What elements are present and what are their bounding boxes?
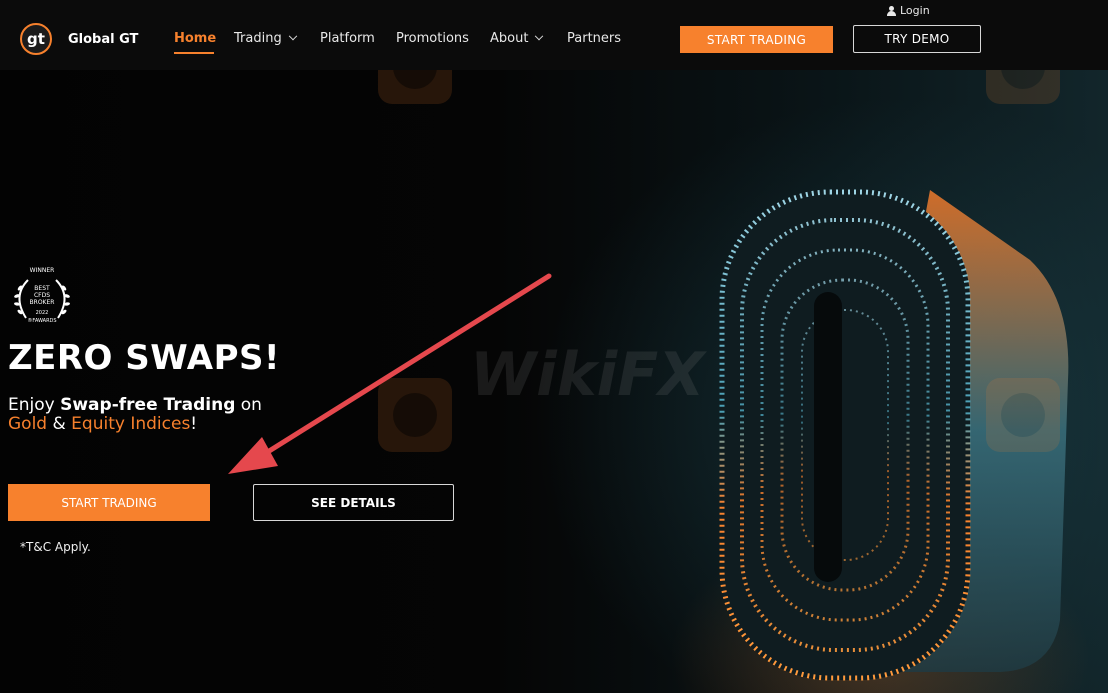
nav-label: Platform xyxy=(320,31,375,46)
nav-label: Promotions xyxy=(396,31,469,46)
watermark-text: WikiFX xyxy=(470,340,705,410)
award-badge: WINNER BEST CFDS BROKER 2022 ®FAWARDS xyxy=(8,266,76,326)
award-line: BEST xyxy=(34,285,50,292)
nav-item-partners[interactable]: Partners xyxy=(567,31,621,46)
gold-highlight: Gold xyxy=(8,414,48,434)
nav-item-trading[interactable]: Trading xyxy=(234,31,297,46)
nav-label: About xyxy=(490,31,529,46)
watermark-logo-icon xyxy=(376,376,454,458)
award-line: CFDS xyxy=(33,292,51,299)
nav-start-trading-button[interactable]: START TRADING xyxy=(680,26,833,53)
sub-text: on xyxy=(235,395,262,415)
brand-name: Global GT xyxy=(68,31,139,47)
active-nav-indicator xyxy=(174,52,214,54)
hero-subline-2: Gold & Equity Indices! xyxy=(8,414,197,434)
hero-headline: ZERO SWAPS! xyxy=(8,338,280,378)
try-demo-button[interactable]: TRY DEMO xyxy=(853,25,981,53)
top-navbar: gt Global GT Home Trading Platform Promo… xyxy=(0,0,1108,70)
nav-label: Partners xyxy=(567,31,622,46)
sub-bold-text: Swap-free Trading xyxy=(60,395,236,415)
sub-text: ! xyxy=(190,414,198,434)
see-details-button[interactable]: SEE DETAILS xyxy=(253,484,454,521)
nav-item-home[interactable]: Home xyxy=(174,31,216,46)
chevron-down-icon xyxy=(288,31,297,40)
hero-start-trading-button[interactable]: START TRADING xyxy=(8,484,210,521)
sub-text: Enjoy xyxy=(8,395,61,415)
user-icon xyxy=(887,5,896,16)
nav-label: Trading xyxy=(234,31,282,46)
sub-text: & xyxy=(47,414,72,434)
login-link[interactable]: Login xyxy=(887,4,930,17)
chevron-down-icon xyxy=(535,31,544,40)
watermark-logo-icon xyxy=(984,376,1062,458)
logo-mark: gt xyxy=(20,23,52,55)
hero-subline-1: Enjoy Swap-free Trading on xyxy=(8,395,262,415)
nav-item-promotions[interactable]: Promotions xyxy=(396,31,469,46)
award-source: ®FAWARDS xyxy=(27,318,57,324)
award-title: WINNER xyxy=(29,267,55,274)
nav-item-about[interactable]: About xyxy=(490,31,544,46)
nav-item-platform[interactable]: Platform xyxy=(320,31,375,46)
login-label: Login xyxy=(900,4,930,17)
equity-indices-highlight: Equity Indices xyxy=(71,414,191,434)
nav-label: Home xyxy=(174,31,217,46)
award-line: BROKER xyxy=(29,299,55,306)
award-year: 2022 xyxy=(35,310,49,316)
tc-disclaimer: *T&C Apply. xyxy=(20,540,91,554)
brand-logo[interactable]: gt Global GT xyxy=(20,23,138,55)
